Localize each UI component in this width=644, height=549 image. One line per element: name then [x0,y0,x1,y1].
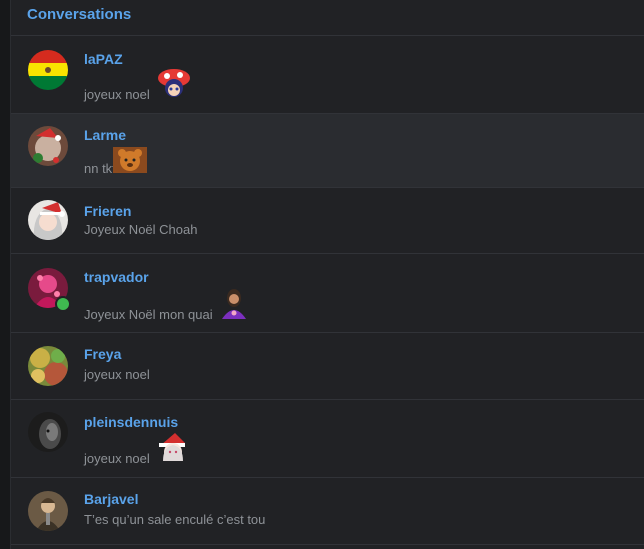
contact-name: Frieren [84,203,132,219]
avatar[interactable] [28,491,68,531]
contact-name: Barjavel [84,491,139,507]
conversation-item[interactable]: Barjavel T’es qu’un sale enculé c’est to… [11,478,644,545]
message-text: joyeux noel [84,451,150,466]
woman-sticker-icon [220,289,248,322]
mushroom-hat-sticker-icon [157,69,191,102]
last-message: nn tkt [84,147,148,176]
santa-girl-sticker-icon [157,433,189,466]
contact-name: Freya [84,346,122,362]
panel-title: Conversations [11,0,644,36]
avatar[interactable] [28,412,68,452]
conversation-item[interactable]: Larme nn tkt [11,114,644,188]
last-message: Joyeux Noël Choah [84,222,197,237]
avatar[interactable] [28,126,68,166]
contact-name: trapvador [84,269,149,285]
message-text: joyeux noel [84,367,150,382]
conversation-item[interactable]: pleinsdennuis joyeux noel [11,400,644,478]
avatar[interactable] [28,200,68,240]
conversation-item[interactable]: Freya joyeux noel [11,333,644,400]
avatar[interactable] [28,346,68,386]
last-message: joyeux noel [84,367,150,382]
conversation-item[interactable]: trapvador Joyeux Noël mon quai [11,254,644,333]
message-text: nn tkt [84,161,116,176]
last-message: joyeux noel [84,69,191,102]
message-text: T’es qu’un sale enculé c’est tou [84,512,266,527]
message-text: Joyeux Noël Choah [84,222,198,237]
conversation-item[interactable]: Frieren Joyeux Noël Choah [11,188,644,254]
contact-name: Larme [84,127,127,143]
last-message: Joyeux Noël mon quai [84,289,248,322]
last-message: T’es qu’un sale enculé c’est tou [84,512,265,527]
avatar[interactable] [28,50,68,90]
conversations-panel: Conversations laPAZ joyeux noel Larme nn… [11,0,644,549]
conversation-item[interactable]: laPAZ joyeux noel [11,37,644,114]
contact-name: laPAZ [84,51,123,67]
contact-name: pleinsdennuis [84,414,179,430]
online-status-dot [55,296,71,312]
bear-sticker-icon [113,147,148,176]
message-text: Joyeux Noël mon quai [84,307,213,322]
message-text: joyeux noel [84,87,150,102]
sidebar-edge [0,0,11,549]
last-message: joyeux noel [84,433,189,466]
